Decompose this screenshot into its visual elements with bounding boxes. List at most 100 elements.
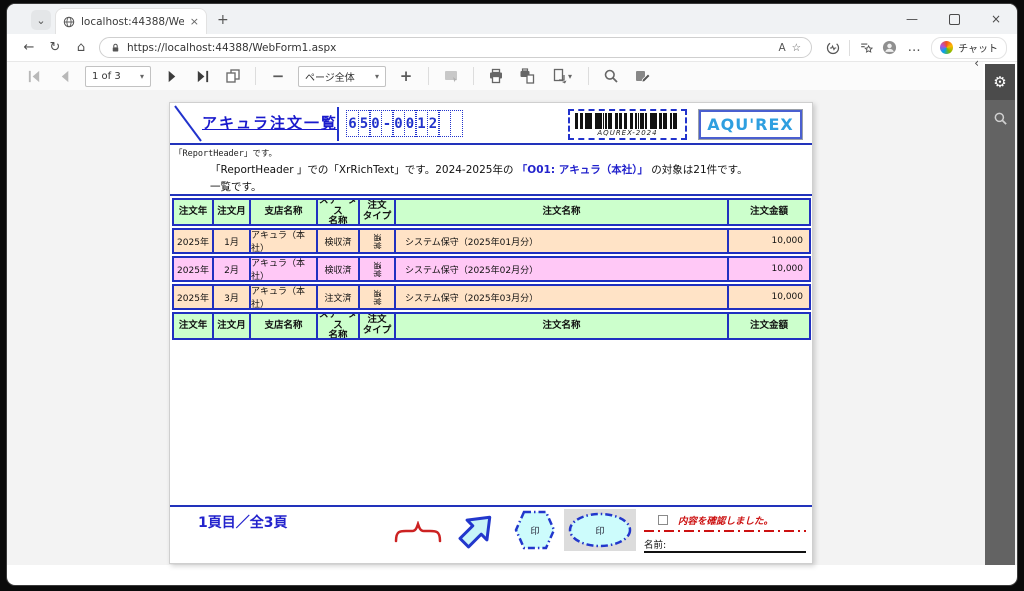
- tab-title: localhost:44388/WebForm1.aspx: [81, 16, 184, 28]
- cell-branch: アキュラ（本社）: [249, 256, 318, 282]
- lock-icon: [110, 42, 121, 54]
- cell-status: 注文済: [316, 284, 360, 310]
- navigation-bar: ← ↻ ⌂ https://localhost:44388/WebForm1.a…: [7, 34, 1017, 62]
- toolbar-separator: [473, 67, 474, 85]
- col-header-month: 注文月: [212, 198, 251, 226]
- back-button[interactable]: ←: [21, 40, 37, 55]
- report-viewer-toolbar: 1 of 3 ▾ − ページ全体 ▾ +: [7, 62, 983, 90]
- barcode-bars: [575, 113, 680, 129]
- col-header-status: ステータス 名称: [316, 198, 360, 226]
- table-top-rule: [170, 194, 812, 196]
- cell-amount: 10,000: [727, 284, 811, 310]
- tab-search-button[interactable]: ⌄: [31, 10, 51, 30]
- header-rule: [170, 143, 812, 145]
- cell-type-text: 通常: [372, 261, 383, 277]
- viewer-canvas: アキュラ注文一覧 6 5 0 - 0 0 1 2 AQUREX-2024 AQU…: [7, 90, 1017, 565]
- collections-icon[interactable]: [859, 41, 873, 55]
- export-options-tab[interactable]: ⚙: [985, 64, 1015, 100]
- rich-text-line: 「ReportHeader 」での「XrRichText」です。2024-202…: [210, 162, 800, 177]
- minimize-button[interactable]: —: [891, 4, 933, 34]
- multipage-view-button[interactable]: [222, 65, 244, 87]
- favorite-star-icon[interactable]: ☆: [792, 42, 801, 54]
- barcode-label: AQUREX-2024: [575, 129, 680, 138]
- print-page-button[interactable]: [516, 65, 538, 87]
- name-label: 名前:: [644, 537, 666, 551]
- toolbar-separator: [255, 67, 256, 85]
- copilot-icon: [940, 41, 953, 54]
- rich-text-part1: 「ReportHeader 」での「XrRichText」です。2024-202…: [210, 164, 517, 176]
- col-header-name: 注文名称: [394, 312, 729, 340]
- first-page-button[interactable]: [23, 65, 45, 87]
- zoom-out-button[interactable]: −: [267, 65, 289, 87]
- col-header-month: 注文月: [212, 312, 251, 340]
- col-header-year: 注文年: [172, 198, 214, 226]
- editing-fields-button[interactable]: [631, 65, 653, 87]
- address-bar[interactable]: https://localhost:44388/WebForm1.aspx A …: [99, 37, 812, 58]
- url-text[interactable]: https://localhost:44388/WebForm1.aspx: [127, 42, 772, 54]
- header-divider: [337, 107, 339, 141]
- search-panel-tab[interactable]: [985, 100, 1015, 136]
- zoom-in-icon: +: [400, 67, 413, 85]
- next-page-button[interactable]: [160, 65, 182, 87]
- previous-page-button[interactable]: [54, 65, 76, 87]
- stamp-label: 印: [530, 524, 539, 537]
- profile-avatar[interactable]: [882, 40, 897, 55]
- export-button[interactable]: ▾: [547, 65, 577, 87]
- zoom-selector[interactable]: ページ全体 ▾: [298, 66, 386, 87]
- last-page-button[interactable]: [191, 65, 213, 87]
- red-dash-dot-line: [644, 529, 806, 533]
- tab-close-icon[interactable]: ×: [190, 15, 199, 28]
- home-button[interactable]: ⌂: [73, 40, 89, 55]
- browser-action-icons: … チャット: [826, 37, 1007, 59]
- search-icon: [993, 111, 1008, 126]
- zoom-in-button[interactable]: +: [395, 65, 417, 87]
- highlight-editing-fields-button[interactable]: [440, 65, 462, 87]
- close-button[interactable]: ×: [975, 4, 1017, 34]
- search-button[interactable]: [600, 65, 622, 87]
- previous-page-icon: [58, 69, 73, 84]
- cell-type-text: 通常: [372, 233, 383, 249]
- panel-collapse-button[interactable]: ‹: [974, 56, 979, 70]
- browser-tab[interactable]: localhost:44388/WebForm1.aspx ×: [55, 8, 207, 34]
- browser-essentials-icon[interactable]: [826, 41, 840, 55]
- cell-branch: アキュラ（本社）: [249, 228, 318, 254]
- maximize-button[interactable]: [933, 4, 975, 34]
- cell-type: 通常: [358, 284, 396, 310]
- page-info: 1頁目／全3頁: [198, 512, 287, 532]
- cell-month: 1月: [212, 228, 251, 254]
- col-header-type: 注文 タイプ: [358, 198, 396, 226]
- cell-year: 2025年: [172, 284, 214, 310]
- cell-type: 通常: [358, 228, 396, 254]
- read-aloud-icon[interactable]: A: [778, 42, 785, 54]
- gear-icon: ⚙: [993, 73, 1006, 91]
- export-icon: [552, 68, 568, 84]
- next-page-icon: [164, 69, 179, 84]
- cell-year: 2025年: [172, 256, 214, 282]
- rich-text-part2: の対象は21件です。: [648, 164, 748, 176]
- table-header-row: 注文年 注文月 支店名称 ステータス 名称 注文 タイプ 注文名称 注文金額: [172, 198, 811, 226]
- stamp-hexagon: 印: [512, 507, 558, 553]
- refresh-button[interactable]: ↻: [47, 40, 63, 55]
- cell-amount: 10,000: [727, 256, 811, 282]
- search-icon: [603, 68, 619, 84]
- report-header-note: 「ReportHeader」です。: [174, 147, 277, 159]
- report-title: アキュラ注文一覧: [200, 112, 340, 133]
- toolbar-separator: [428, 67, 429, 85]
- col-header-type: 注文 タイプ: [358, 312, 396, 340]
- col-header-branch: 支店名称: [249, 312, 318, 340]
- chevron-down-icon: ▾: [140, 72, 144, 81]
- page-selector[interactable]: 1 of 3 ▾: [85, 66, 151, 87]
- highlight-editing-fields-icon: [443, 68, 459, 84]
- zoom-selector-value: ページ全体: [305, 69, 355, 84]
- cell-type: 通常: [358, 256, 396, 282]
- more-options-icon[interactable]: …: [906, 40, 922, 55]
- copilot-button[interactable]: チャット: [931, 37, 1007, 59]
- print-button[interactable]: [485, 65, 507, 87]
- chevron-down-icon: ⌄: [36, 14, 45, 27]
- new-tab-button[interactable]: +: [217, 12, 229, 28]
- order-table: 注文年 注文月 支店名称 ステータス 名称 注文 タイプ 注文名称 注文金額 2…: [172, 198, 811, 340]
- toolbar-separator: [588, 67, 589, 85]
- last-page-icon: [195, 69, 210, 84]
- stamp-ellipse: 印: [564, 509, 636, 551]
- col-header-status: ステータス 名称: [316, 312, 360, 340]
